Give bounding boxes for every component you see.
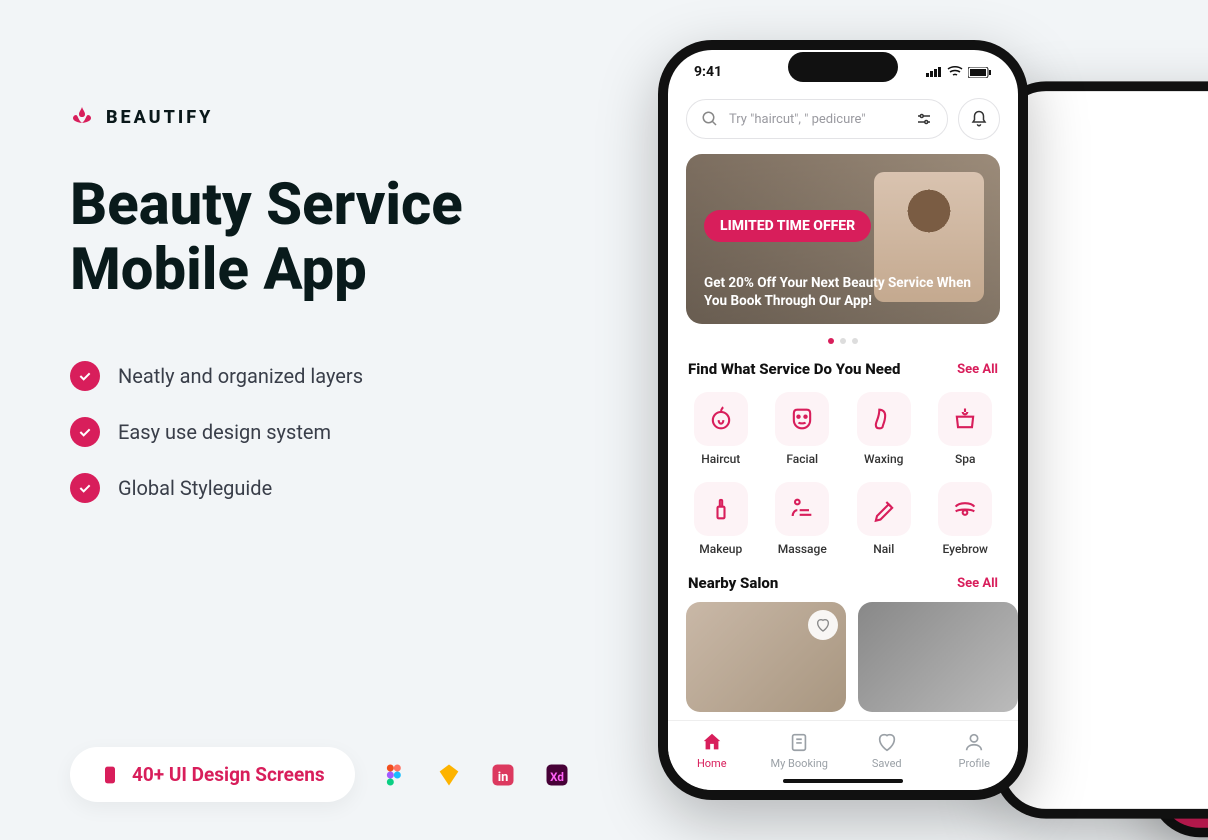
check-icon <box>70 361 100 391</box>
desc-text: reates a natural <box>1003 552 1208 579</box>
check-icon <box>70 417 100 447</box>
flower-icon <box>70 105 94 129</box>
battery-icon <box>968 67 992 78</box>
search-icon <box>701 110 719 128</box>
hero-banner[interactable]: LIMITED TIME OFFER Get 20% Off Your Next… <box>686 154 1000 324</box>
dot-active[interactable] <box>828 338 834 344</box>
feature-text: Neatly and organized layers <box>118 364 363 388</box>
search-input[interactable]: Try "haircut", " pedicure" <box>686 99 948 139</box>
brand-name: BEAUTIFY <box>106 107 213 128</box>
badge-row: 40+ UI Design Screens in Xd <box>70 747 571 802</box>
service-makeup[interactable]: Makeup <box>682 478 760 560</box>
screens-badge-text: 40+ UI Design Screens <box>132 763 325 786</box>
nav-saved[interactable]: Saved <box>843 731 931 770</box>
price-label: $ 100 <box>1003 512 1208 552</box>
service-haircut[interactable]: Haircut <box>682 388 760 470</box>
sketch-icon <box>435 761 463 789</box>
notification-button[interactable] <box>958 98 1000 140</box>
feature-text: Easy use design system <box>118 420 331 444</box>
service-eyebrow[interactable]: Eyebrow <box>927 478 1005 560</box>
massage-icon <box>775 482 829 536</box>
feature-item: Global Styleguide <box>70 473 590 503</box>
service-facial[interactable]: Facial <box>764 388 842 470</box>
phone-notch <box>788 52 898 82</box>
see-all-link[interactable]: See All <box>957 576 998 591</box>
desc-text: advanc <box>1003 657 1208 684</box>
carousel-dots <box>668 338 1018 344</box>
facial-icon <box>775 392 829 446</box>
makeup-icon <box>694 482 748 536</box>
desc-text: your a <box>1003 629 1208 656</box>
eyebrow-icon <box>938 482 992 536</box>
phone-icon <box>100 765 120 785</box>
price-label: $ 85 <box>1003 395 1208 435</box>
see-all-link[interactable]: See All <box>957 362 998 377</box>
dot[interactable] <box>852 338 858 344</box>
section-title: Find What Service Do You Need <box>688 360 901 378</box>
phone-mockup-front: 9:41 Try "haircut", " pedicure" LIMI <box>658 40 1028 800</box>
signal-icon <box>926 67 942 77</box>
svg-text:in: in <box>497 769 508 784</box>
hero-badge: LIMITED TIME OFFER <box>704 210 871 242</box>
page-headline: Beauty Service Mobile App <box>70 173 590 303</box>
status-time: 9:41 <box>694 64 722 80</box>
service-massage[interactable]: Massage <box>764 478 842 560</box>
nail-icon <box>857 482 911 536</box>
screens-badge: 40+ UI Design Screens <box>70 747 355 802</box>
feature-item: Easy use design system <box>70 417 590 447</box>
salon-card[interactable] <box>686 602 846 712</box>
spa-icon <box>938 392 992 446</box>
nav-home[interactable]: Home <box>668 731 756 770</box>
status-icons <box>926 66 992 78</box>
svg-text:Xd: Xd <box>550 769 564 783</box>
heart-outline-icon[interactable] <box>808 610 838 640</box>
nav-profile[interactable]: Profile <box>931 731 1019 770</box>
figma-icon <box>381 761 409 789</box>
invision-icon: in <box>489 761 517 789</box>
desc-text: t is tailored to <box>1003 434 1208 461</box>
feature-list: Neatly and organized layers Easy use des… <box>70 361 590 503</box>
xd-icon: Xd <box>543 761 571 789</box>
hero-text: Get 20% Off Your Next Beauty Service Whe… <box>704 274 982 310</box>
dot[interactable] <box>840 338 846 344</box>
nav-booking[interactable]: My Booking <box>756 731 844 770</box>
service-spa[interactable]: Spa <box>927 388 1005 470</box>
filter-icon[interactable] <box>915 110 933 128</box>
check-icon <box>70 473 100 503</box>
service-waxing[interactable]: Waxing <box>845 388 923 470</box>
feature-item: Neatly and organized layers <box>70 361 590 391</box>
search-placeholder: Try "haircut", " pedicure" <box>729 112 866 127</box>
wifi-icon <box>947 66 963 78</box>
feature-text: Global Styleguide <box>118 476 272 500</box>
service-nail[interactable]: Nail <box>845 478 923 560</box>
home-indicator <box>783 779 903 783</box>
haircut-icon <box>694 392 748 446</box>
salon-card[interactable] <box>858 602 1018 712</box>
section-title: Nearby Salon <box>688 574 778 592</box>
waxing-icon <box>857 392 911 446</box>
brand-logo: BEAUTIFY <box>70 105 590 129</box>
